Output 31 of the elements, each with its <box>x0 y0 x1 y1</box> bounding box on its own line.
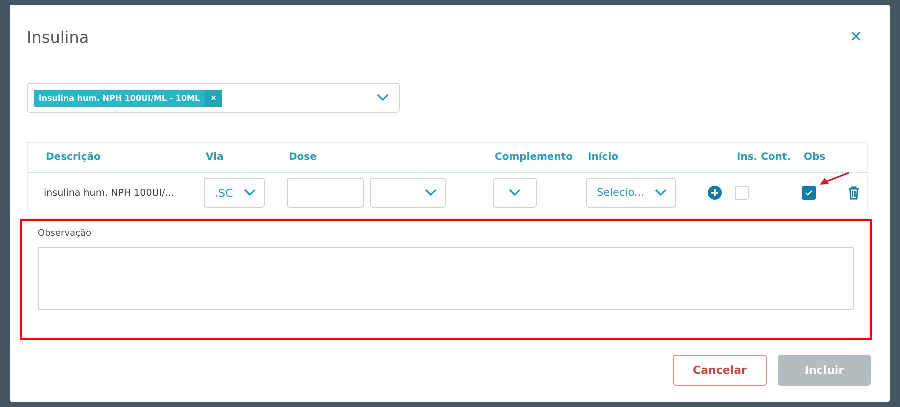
table-cell-text: insulina hum. NPH 100UI/... <box>43 188 176 198</box>
column-header: Dose <box>288 152 318 163</box>
start-select[interactable]: Selecio... <box>586 178 676 208</box>
chevron-down-icon <box>655 189 667 197</box>
chevron-down-icon <box>425 189 437 197</box>
check-icon <box>805 190 813 196</box>
observation-field[interactable] <box>38 247 854 310</box>
column-header: Obs <box>803 152 827 163</box>
chevron-down-icon <box>509 189 521 197</box>
column-header: Início <box>587 152 620 163</box>
column-header: Complemento <box>494 152 574 163</box>
add-icon[interactable] <box>708 186 722 200</box>
medication-select[interactable]: insulina hum. NPH 100UI/ML - 10ML × <box>27 83 400 113</box>
dose-input[interactable] <box>287 178 364 208</box>
remove-tag-button[interactable]: × <box>205 90 222 106</box>
medication-tag: insulina hum. NPH 100UI/ML - 10ML × <box>34 90 222 106</box>
trash-icon[interactable] <box>848 186 860 200</box>
field-label: Observação <box>38 229 93 239</box>
route-select[interactable]: .SC <box>204 178 265 208</box>
column-header: Ins. Cont. <box>736 152 792 163</box>
unit-select[interactable] <box>370 178 446 208</box>
column-header: Descrição <box>45 152 102 163</box>
checkbox[interactable] <box>802 186 816 200</box>
annotation-arrow <box>818 172 850 188</box>
chevron-down-icon <box>244 189 256 197</box>
close-button[interactable]: × <box>850 26 872 48</box>
cancel-button[interactable]: Cancelar <box>673 355 767 386</box>
column-header: Via <box>205 152 225 163</box>
complement-select[interactable] <box>493 178 537 208</box>
chevron-down-icon <box>377 94 389 102</box>
dialog-title: Insulina <box>27 28 90 46</box>
